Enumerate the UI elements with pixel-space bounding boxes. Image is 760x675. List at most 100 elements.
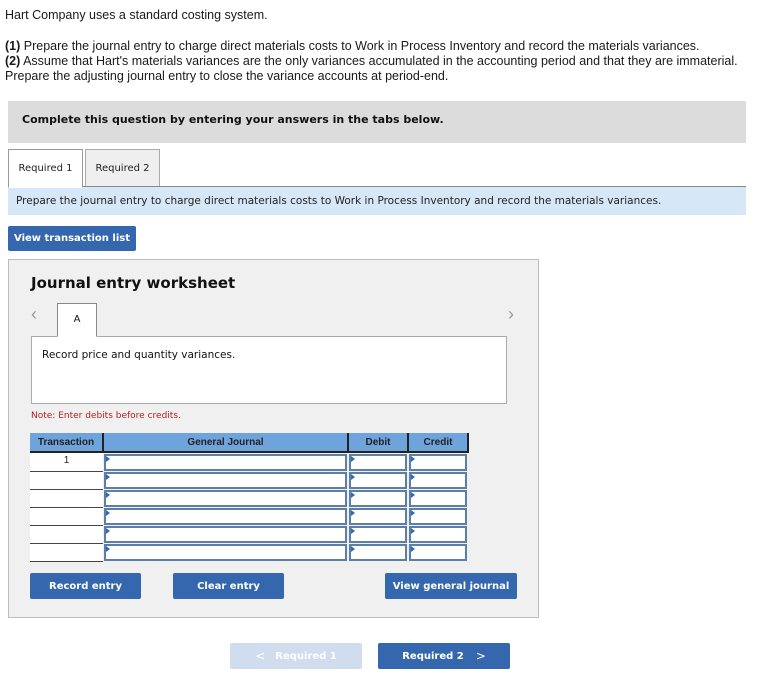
general-journal-input-cell — [103, 543, 348, 561]
journal-header-row: Transaction General Journal Debit Credit — [30, 433, 469, 453]
dropdown-marker-icon — [351, 528, 355, 534]
view-general-journal-button[interactable]: View general journal — [385, 573, 517, 599]
transaction-number — [30, 489, 103, 508]
credit-input-cell — [408, 489, 468, 507]
worksheet-title: Journal entry worksheet — [31, 274, 236, 292]
journal-row: 1 — [30, 452, 468, 472]
tab-instruction: Prepare the journal entry to charge dire… — [8, 187, 746, 215]
general-journal-input-cell — [103, 452, 348, 471]
dropdown-marker-icon — [411, 474, 415, 480]
journal-entry-worksheet: Journal entry worksheet ‹ A › Record pri… — [8, 259, 539, 618]
journal-row — [30, 525, 468, 544]
credit-input-cell — [408, 471, 468, 489]
chevron-left-icon[interactable]: ‹ — [31, 304, 37, 325]
clear-entry-button[interactable]: Clear entry — [173, 573, 284, 599]
debit-input-cell — [348, 507, 408, 525]
journal-row — [30, 471, 468, 490]
dropdown-marker-icon — [106, 492, 110, 498]
credit-input[interactable] — [409, 526, 467, 543]
dropdown-marker-icon — [106, 510, 110, 516]
credit-input[interactable] — [409, 508, 467, 525]
entry-description: Record price and quantity variances. — [31, 336, 507, 404]
dropdown-marker-icon — [106, 528, 110, 534]
journal-row — [30, 543, 468, 562]
previous-required-button: < Required 1 — [230, 643, 362, 669]
dropdown-marker-icon — [106, 546, 110, 552]
previous-required-label: Required 1 — [275, 650, 337, 662]
entry-tab-a[interactable]: A — [57, 303, 97, 337]
tab-required-2[interactable]: Required 2 — [85, 149, 160, 187]
tab-required-1[interactable]: Required 1 — [8, 149, 83, 188]
general-journal-input[interactable] — [104, 544, 347, 561]
transaction-number: 1 — [30, 452, 103, 472]
debit-input[interactable] — [349, 508, 407, 525]
dropdown-marker-icon — [411, 510, 415, 516]
requirement-2-number: (2) — [5, 54, 21, 68]
dropdown-marker-icon — [351, 510, 355, 516]
general-journal-input[interactable] — [104, 508, 347, 525]
dropdown-marker-icon — [106, 456, 110, 462]
debit-input-cell — [348, 489, 408, 507]
requirement-1-number: (1) — [5, 39, 21, 53]
dropdown-marker-icon — [106, 474, 110, 480]
problem-intro: Hart Company uses a standard costing sys… — [5, 8, 755, 84]
debit-input[interactable] — [349, 544, 407, 561]
dropdown-marker-icon — [411, 456, 415, 462]
debit-input-cell — [348, 452, 408, 471]
debit-input[interactable] — [349, 490, 407, 507]
transaction-number — [30, 471, 103, 490]
record-entry-button[interactable]: Record entry — [30, 573, 141, 599]
debit-input-cell — [348, 471, 408, 489]
chevron-right-icon[interactable]: › — [508, 304, 514, 325]
credit-input[interactable] — [409, 490, 467, 507]
credit-input[interactable] — [409, 544, 467, 561]
general-journal-input-cell — [103, 471, 348, 489]
credit-input-cell — [408, 452, 468, 471]
requirement-1-text: Prepare the journal entry to charge dire… — [20, 39, 700, 53]
entry-note: Note: Enter debits before credits. — [31, 411, 181, 421]
view-transaction-list-button[interactable]: View transaction list — [8, 226, 136, 251]
general-journal-input[interactable] — [104, 490, 347, 507]
dropdown-marker-icon — [351, 492, 355, 498]
requirement-tabs: Required 1 Required 2 — [8, 149, 746, 188]
dropdown-marker-icon — [351, 546, 355, 552]
journal-table: Transaction General Journal Debit Credit… — [30, 433, 469, 562]
general-journal-input[interactable] — [104, 526, 347, 543]
debit-input[interactable] — [349, 472, 407, 489]
column-header-credit: Credit — [408, 433, 469, 453]
dropdown-marker-icon — [351, 456, 355, 462]
column-header-general-journal: General Journal — [103, 433, 349, 453]
credit-input-cell — [408, 543, 468, 561]
requirement-1: (1) Prepare the journal entry to charge … — [5, 39, 755, 54]
journal-row — [30, 489, 468, 508]
general-journal-input-cell — [103, 489, 348, 507]
requirement-2: (2) Assume that Hart's materials varianc… — [5, 54, 755, 69]
debit-input[interactable] — [349, 454, 407, 471]
debit-input-cell — [348, 525, 408, 543]
debit-input[interactable] — [349, 526, 407, 543]
next-required-button[interactable]: Required 2 > — [378, 643, 510, 669]
dropdown-marker-icon — [351, 474, 355, 480]
requirement-2-continuation: Prepare the adjusting journal entry to c… — [5, 69, 449, 83]
credit-input-cell — [408, 507, 468, 525]
instructions-banner: Complete this question by entering your … — [8, 101, 746, 143]
credit-input[interactable] — [409, 454, 467, 471]
dropdown-marker-icon — [411, 528, 415, 534]
transaction-number — [30, 525, 103, 544]
debit-input-cell — [348, 543, 408, 561]
requirement-2-text: Assume that Hart's materials variances a… — [20, 54, 738, 68]
column-header-transaction: Transaction — [30, 433, 104, 453]
next-required-label: Required 2 — [402, 650, 464, 662]
chevron-right-icon: > — [475, 649, 486, 663]
general-journal-input-cell — [103, 525, 348, 543]
chevron-left-icon: < — [255, 649, 266, 663]
transaction-number — [30, 543, 103, 562]
credit-input[interactable] — [409, 472, 467, 489]
intro-line: Hart Company uses a standard costing sys… — [5, 8, 268, 22]
dropdown-marker-icon — [411, 492, 415, 498]
general-journal-input[interactable] — [104, 454, 347, 471]
general-journal-input[interactable] — [104, 472, 347, 489]
transaction-number — [30, 507, 103, 526]
column-header-debit: Debit — [348, 433, 409, 453]
journal-row — [30, 507, 468, 526]
